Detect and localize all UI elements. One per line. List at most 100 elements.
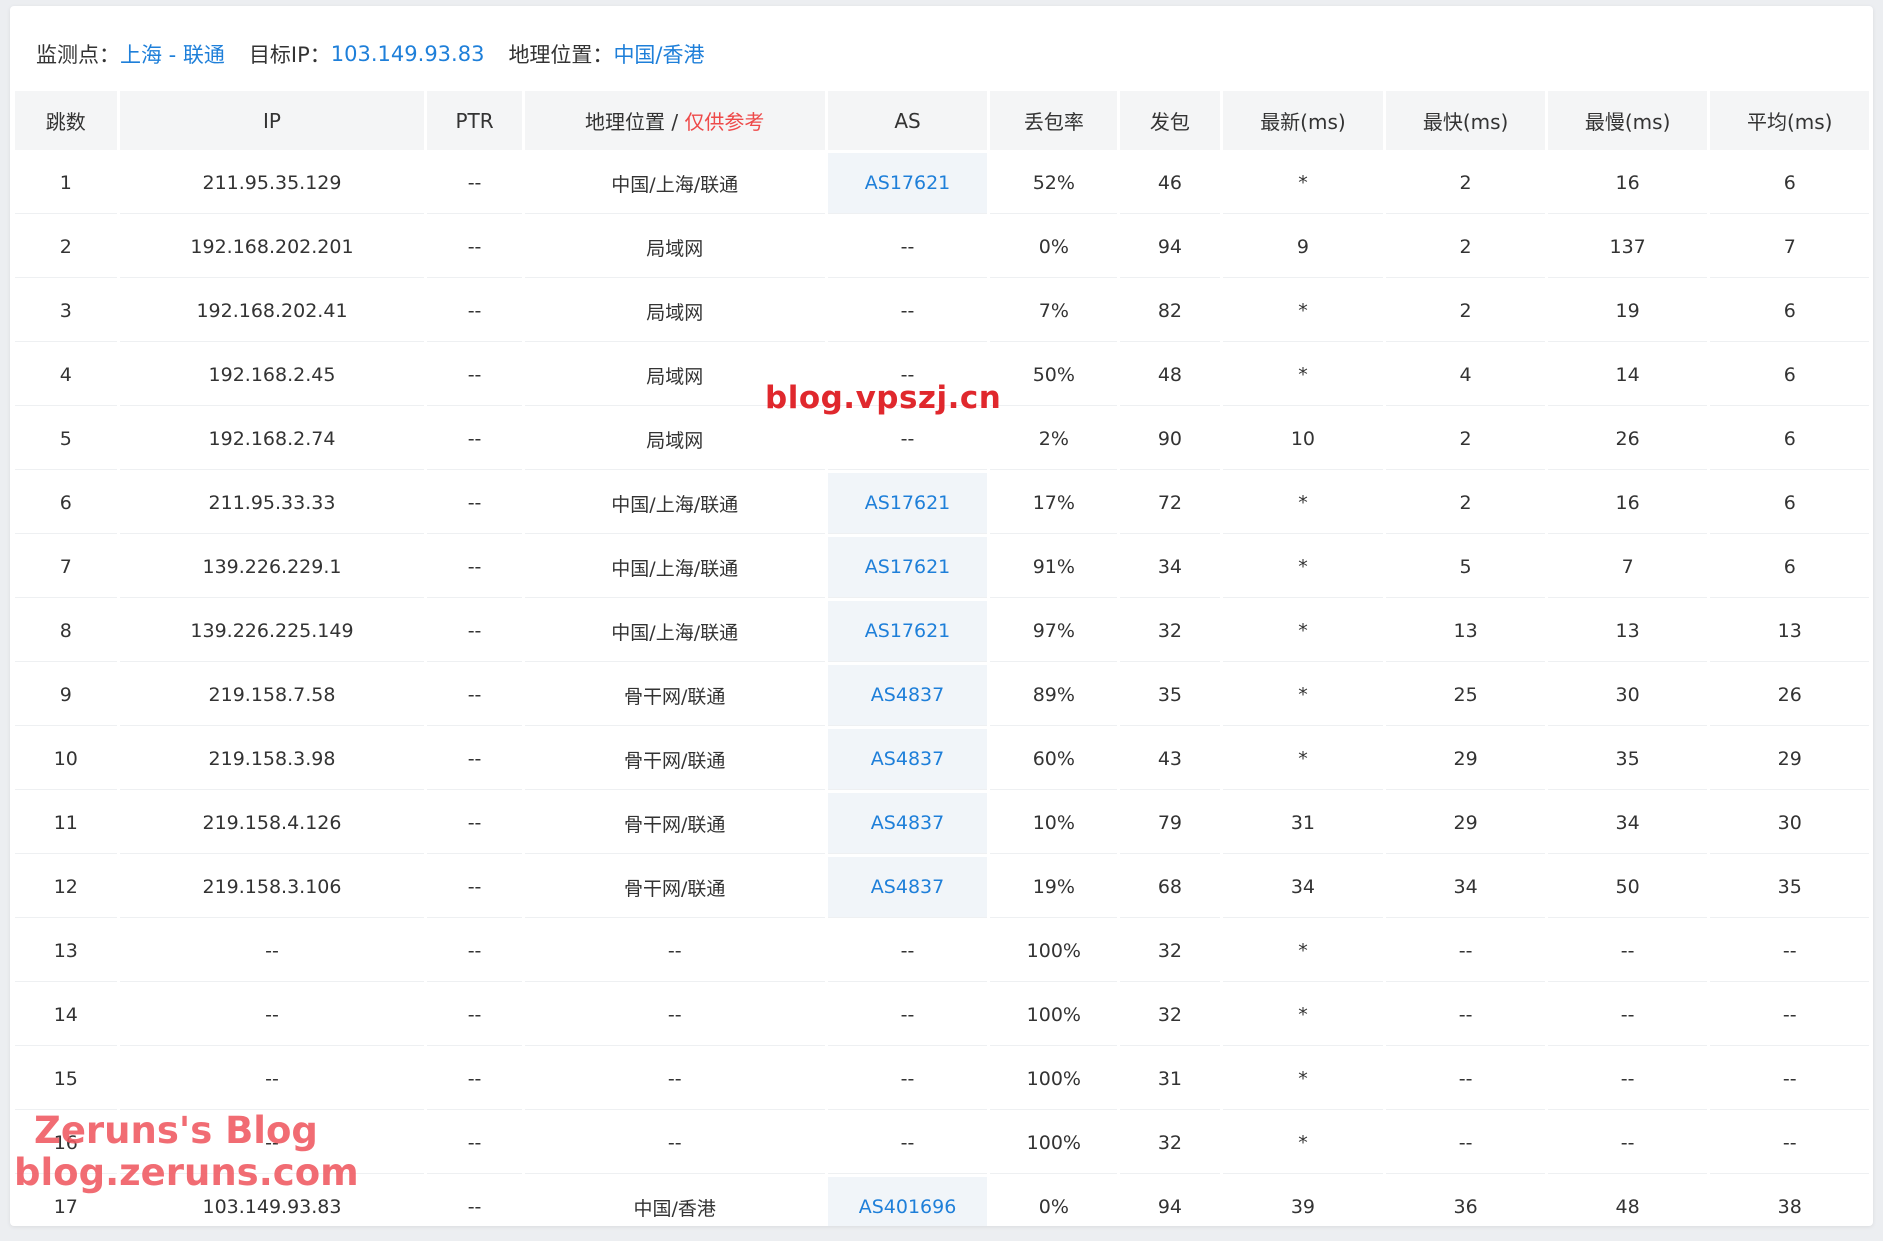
cell-as: AS4837 [827,729,988,790]
cell-last: * [1222,601,1384,662]
cell-avg: 6 [1710,281,1869,342]
cell-loss: 100% [990,1113,1118,1174]
cell-avg: 38 [1710,1177,1869,1226]
cell-loss: 10% [990,793,1118,854]
cell-sent: 90 [1120,409,1220,470]
header-ptr: PTR [427,91,522,150]
cell-avg: 6 [1710,153,1869,214]
cell-as: AS17621 [827,601,988,662]
cell-sent: 31 [1120,1049,1220,1110]
cell-as: AS17621 [827,473,988,534]
cell-loss: 60% [990,729,1118,790]
table-row: 8 139.226.225.149 -- 中国/上海/联通 AS17621 97% 32 * 1… [15,601,1869,662]
table-row: 3 192.168.202.41 -- 局域网 -- 7% 82 * 2 19 6 [15,281,1869,342]
table-row: 5 192.168.2.74 -- 局域网 -- 2% 90 10 2 26 6 [15,409,1869,470]
cell-geo: -- [524,1113,825,1174]
cell-worst: -- [1547,985,1708,1046]
header-sent: 发包 [1120,91,1220,150]
as-link[interactable]: AS4837 [871,684,944,706]
cell-ptr: -- [427,409,522,470]
cell-ip: 211.95.33.33 [119,473,425,534]
cell-avg: 13 [1710,601,1869,662]
cell-worst: 35 [1547,729,1708,790]
cell-geo: 中国/上海/联通 [524,473,825,534]
table-row: 2 192.168.202.201 -- 局域网 -- 0% 94 9 2 137 7 [15,217,1869,278]
cell-ptr: -- [427,1177,522,1226]
geo-location-value: 中国/香港 [613,43,705,67]
cell-last: * [1222,921,1384,982]
cell-loss: 91% [990,537,1118,598]
as-link[interactable]: AS401696 [859,1196,957,1218]
cell-geo: -- [524,921,825,982]
cell-avg: 6 [1710,409,1869,470]
cell-geo: 中国/上海/联通 [524,153,825,214]
cell-as: -- [827,217,988,278]
header-geo-note: 仅供参考 [684,110,765,134]
cell-loss: 0% [990,1177,1118,1226]
cell-loss: 7% [990,281,1118,342]
cell-last: 10 [1222,409,1384,470]
as-link[interactable]: AS4837 [871,748,944,770]
cell-geo: 中国/上海/联通 [524,601,825,662]
geo-location-label: 地理位置： [508,43,614,67]
as-link[interactable]: AS17621 [865,172,951,194]
target-ip: 目标IP： 103.149.93.83 [249,39,485,69]
cell-ptr: -- [427,601,522,662]
cell-avg: 6 [1710,473,1869,534]
cell-sent: 68 [1120,857,1220,918]
table-row: 9 219.158.7.58 -- 骨干网/联通 AS4837 89% 35 * 25 30 26 [15,665,1869,726]
cell-sent: 32 [1120,921,1220,982]
cell-ip: 219.158.4.126 [119,793,425,854]
cell-loss: 52% [990,153,1118,214]
cell-as: -- [827,921,988,982]
cell-geo: 骨干网/联通 [524,729,825,790]
cell-worst: 19 [1547,281,1708,342]
cell-hop: 4 [15,345,117,406]
cell-geo: -- [524,1049,825,1110]
cell-sent: 94 [1120,217,1220,278]
cell-sent: 35 [1120,665,1220,726]
cell-hop: 7 [15,537,117,598]
cell-avg: 6 [1710,537,1869,598]
as-link[interactable]: AS4837 [871,876,944,898]
table-row: 10 219.158.3.98 -- 骨干网/联通 AS4837 60% 43 * 29 35 29 [15,729,1869,790]
cell-as: AS17621 [827,537,988,598]
table-row: 7 139.226.229.1 -- 中国/上海/联通 AS17621 91% 34 * 5 7 6 [15,537,1869,598]
cell-sent: 32 [1120,601,1220,662]
cell-best: 36 [1386,1177,1545,1226]
cell-sent: 32 [1120,1113,1220,1174]
table-row: 15 -- -- -- -- 100% 31 * -- -- -- [15,1049,1869,1110]
watermark-vpszj: blog.vpszj.cn [765,380,1002,416]
monitor-point-value: 上海 - 联通 [120,43,225,67]
as-link[interactable]: AS4837 [871,812,944,834]
cell-sent: 79 [1120,793,1220,854]
cell-last: 34 [1222,857,1384,918]
cell-avg: 29 [1710,729,1869,790]
cell-worst: 16 [1547,153,1708,214]
cell-ptr: -- [427,665,522,726]
as-link[interactable]: AS17621 [865,556,951,578]
cell-hop: 1 [15,153,117,214]
cell-ip: 219.158.7.58 [119,665,425,726]
cell-avg: 30 [1710,793,1869,854]
cell-ip: -- [119,985,425,1046]
cell-hop: 9 [15,665,117,726]
cell-last: * [1222,729,1384,790]
table-row: 6 211.95.33.33 -- 中国/上海/联通 AS17621 17% 72 * 2 16 6 [15,473,1869,534]
cell-loss: 0% [990,217,1118,278]
cell-best: 34 [1386,857,1545,918]
cell-last: * [1222,665,1384,726]
cell-best: -- [1386,1049,1545,1110]
cell-ptr: -- [427,345,522,406]
cell-ptr: -- [427,1113,522,1174]
cell-loss: 50% [990,345,1118,406]
cell-sent: 48 [1120,345,1220,406]
cell-as: -- [827,1049,988,1110]
cell-ptr: -- [427,537,522,598]
cell-as: AS17621 [827,153,988,214]
cell-worst: 34 [1547,793,1708,854]
as-link[interactable]: AS17621 [865,492,951,514]
as-link[interactable]: AS17621 [865,620,951,642]
cell-sent: 34 [1120,537,1220,598]
cell-geo: 中国/上海/联通 [524,537,825,598]
